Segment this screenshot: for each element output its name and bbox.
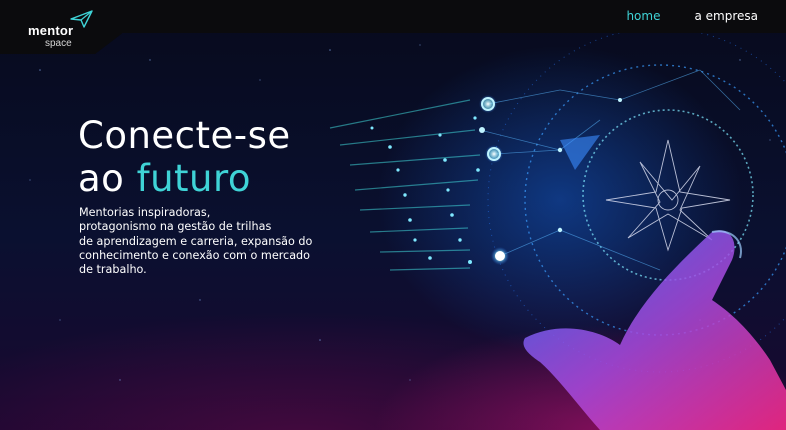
brand-name: mentor bbox=[28, 23, 74, 38]
hero-headline: Conecte-se ao futuro bbox=[78, 114, 291, 200]
description-line: de aprendizagem e carreria, expansão do bbox=[79, 234, 313, 248]
brand-logo[interactable]: mentor space bbox=[28, 9, 108, 49]
headline-line-1: Conecte-se bbox=[78, 114, 291, 157]
description-line: protagonismo na gestão de trilhas bbox=[79, 220, 272, 234]
particle-dots bbox=[370, 116, 480, 264]
nav-item-a-empresa[interactable]: a empresa bbox=[694, 9, 758, 23]
network-lines bbox=[479, 69, 741, 271]
paper-plane-icon bbox=[70, 10, 93, 28]
hand-shape bbox=[523, 230, 786, 430]
main-nav: home a empresa bbox=[626, 9, 758, 23]
hero-description: Mentorias inspiradoras, protagonismo na … bbox=[79, 206, 329, 277]
brand-subname: space bbox=[45, 38, 72, 49]
hero-section: mentor space home a empresa Conecte-se ao… bbox=[0, 0, 786, 430]
description-line: conhecimento e conexão com o mercado bbox=[79, 248, 311, 262]
headline-accent: futuro bbox=[136, 157, 252, 200]
network-nodes bbox=[479, 95, 622, 265]
description-line: Mentorias inspiradoras, bbox=[79, 206, 211, 219]
description-line: de trabalho. bbox=[79, 263, 147, 277]
nav-item-home[interactable]: home bbox=[626, 9, 660, 23]
light-streaks bbox=[329, 99, 481, 271]
headline-prefix: ao bbox=[78, 157, 137, 200]
